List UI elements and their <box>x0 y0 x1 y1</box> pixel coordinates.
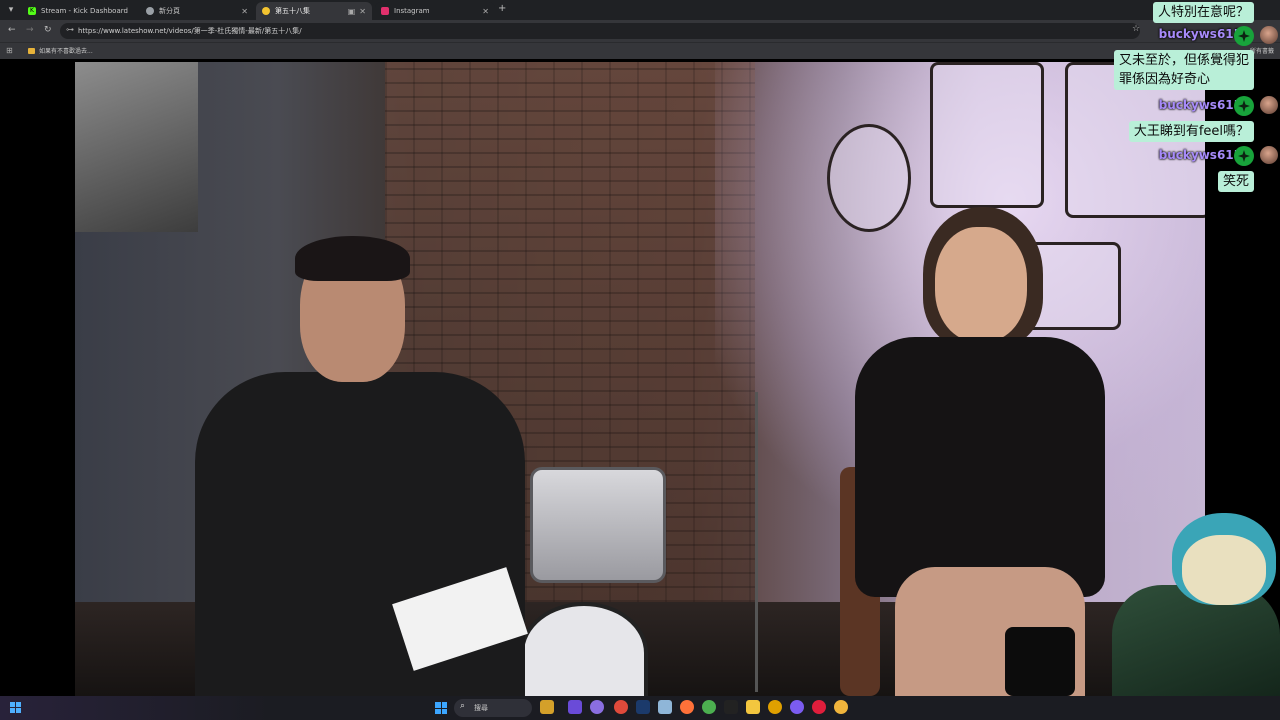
chat-message: 又未至於，但係覺得犯 罪係因為好奇心 <box>1113 50 1254 90</box>
host-hair <box>295 236 410 281</box>
globe-icon <box>146 7 154 15</box>
kick-favicon-icon: K <box>28 7 36 15</box>
tab-search-icon[interactable]: ▾ <box>4 3 18 17</box>
tab-title: Instagram <box>394 7 430 15</box>
portrait-frame <box>930 62 1044 208</box>
file-explorer-icon[interactable] <box>746 700 760 714</box>
chat-app-icon[interactable] <box>568 700 582 714</box>
guest-body <box>855 337 1105 597</box>
wallet-icon[interactable] <box>658 700 672 714</box>
bookmark-label: 如果有不喜歡過去... <box>39 48 93 55</box>
widgets-icon[interactable] <box>10 702 21 713</box>
chat-overlay: –□✕ 人特別在意呢？ buckyws615 又未至於，但係覺得犯 罪係因為好奇… <box>1100 0 1280 200</box>
streamer-webcam <box>1112 505 1280 696</box>
tab-episode-58[interactable]: 第五十八集 ▣ ✕ <box>256 2 372 20</box>
taskbar: ⌕ 搜尋 <box>0 696 1280 720</box>
search-placeholder: 搜尋 <box>474 704 488 712</box>
close-tab-icon[interactable]: ✕ <box>482 7 489 16</box>
guest-boot <box>1005 627 1075 696</box>
firefox-icon[interactable] <box>680 700 694 714</box>
tab-instagram[interactable]: Instagram ✕ <box>375 2 495 20</box>
back-icon[interactable]: ← <box>8 25 16 35</box>
picture-in-picture-icon[interactable]: ▣ <box>348 7 356 16</box>
instagram-icon <box>381 7 389 15</box>
coin-app-icon[interactable] <box>768 700 782 714</box>
xbox-icon[interactable] <box>724 700 738 714</box>
chat-username: buckyws615 <box>1158 98 1242 112</box>
taskbar-widget-area <box>0 696 270 720</box>
new-tab-button[interactable]: + <box>498 3 506 14</box>
steam-icon[interactable] <box>636 700 650 714</box>
avatar <box>1260 26 1278 44</box>
bass-drum <box>520 602 648 696</box>
verified-badge-icon <box>1234 26 1254 46</box>
taskbar-search[interactable]: ⌕ 搜尋 <box>454 699 532 717</box>
pwa-app-icon[interactable] <box>540 700 554 714</box>
reload-icon[interactable]: ↻ <box>44 25 52 35</box>
site-info-icon[interactable]: ⊶ <box>66 25 74 34</box>
chat-username: buckyws615 <box>1158 27 1242 41</box>
forward-icon[interactable]: → <box>26 25 34 35</box>
apps-grid-icon[interactable]: ⊞ <box>6 46 13 55</box>
url-text[interactable]: https://www.lateshow.net/videos/第一季-杜氏獨情… <box>78 26 302 36</box>
address-toolbar: ← → ↻ ⊶ https://www.lateshow.net/videos/… <box>0 20 1280 42</box>
bookmark-item[interactable]: 如果有不喜歡過去... <box>28 46 93 55</box>
wall-poster-image <box>75 62 198 232</box>
verified-badge-icon <box>1234 146 1254 166</box>
chat-message: 大王睇到有feel嗎？ <box>1128 121 1254 142</box>
discord-icon[interactable] <box>790 700 804 714</box>
tab-new-tab[interactable]: 新分頁 ✕ <box>140 2 254 20</box>
chat-message: 人特別在意呢？ <box>1152 2 1254 23</box>
guest-right <box>855 207 1105 696</box>
windows-start-icon[interactable] <box>435 702 447 714</box>
avatar <box>1260 146 1278 164</box>
chrome-canary-icon[interactable] <box>834 700 848 714</box>
snorlax-face <box>1182 535 1266 605</box>
tab-strip: ▾ K Stream - Kick Dashboard ✕ 新分頁 ✕ 第五十八… <box>0 0 1280 20</box>
lateshow-favicon-icon <box>262 7 270 15</box>
chrome-dev-icon[interactable] <box>590 700 604 714</box>
video-player[interactable] <box>75 62 1205 696</box>
url-bar[interactable]: ⊶ https://www.lateshow.net/videos/第一季-杜氏… <box>60 23 1140 39</box>
drum-kit <box>530 467 666 583</box>
avatar <box>1260 96 1278 114</box>
chat-message: 笑死 <box>1217 171 1254 192</box>
close-tab-icon[interactable]: ✕ <box>241 7 248 16</box>
chat-username: buckyws615 <box>1158 148 1242 162</box>
search-icon: ⌕ <box>460 701 466 711</box>
opera-icon[interactable] <box>812 700 826 714</box>
chrome-icon[interactable] <box>702 700 716 714</box>
verified-badge-icon <box>1234 96 1254 116</box>
tab-title: 第五十八集 <box>275 7 310 15</box>
bookmarks-bar: ⊞ 如果有不喜歡過去... 所有書籤 <box>0 42 1280 59</box>
cymbal-stand <box>755 392 758 692</box>
guest-face <box>935 227 1027 342</box>
folder-icon <box>28 47 35 54</box>
close-tab-icon[interactable]: ✕ <box>359 7 366 16</box>
tab-title: 新分頁 <box>159 7 180 15</box>
chrome-red-icon[interactable] <box>614 700 628 714</box>
